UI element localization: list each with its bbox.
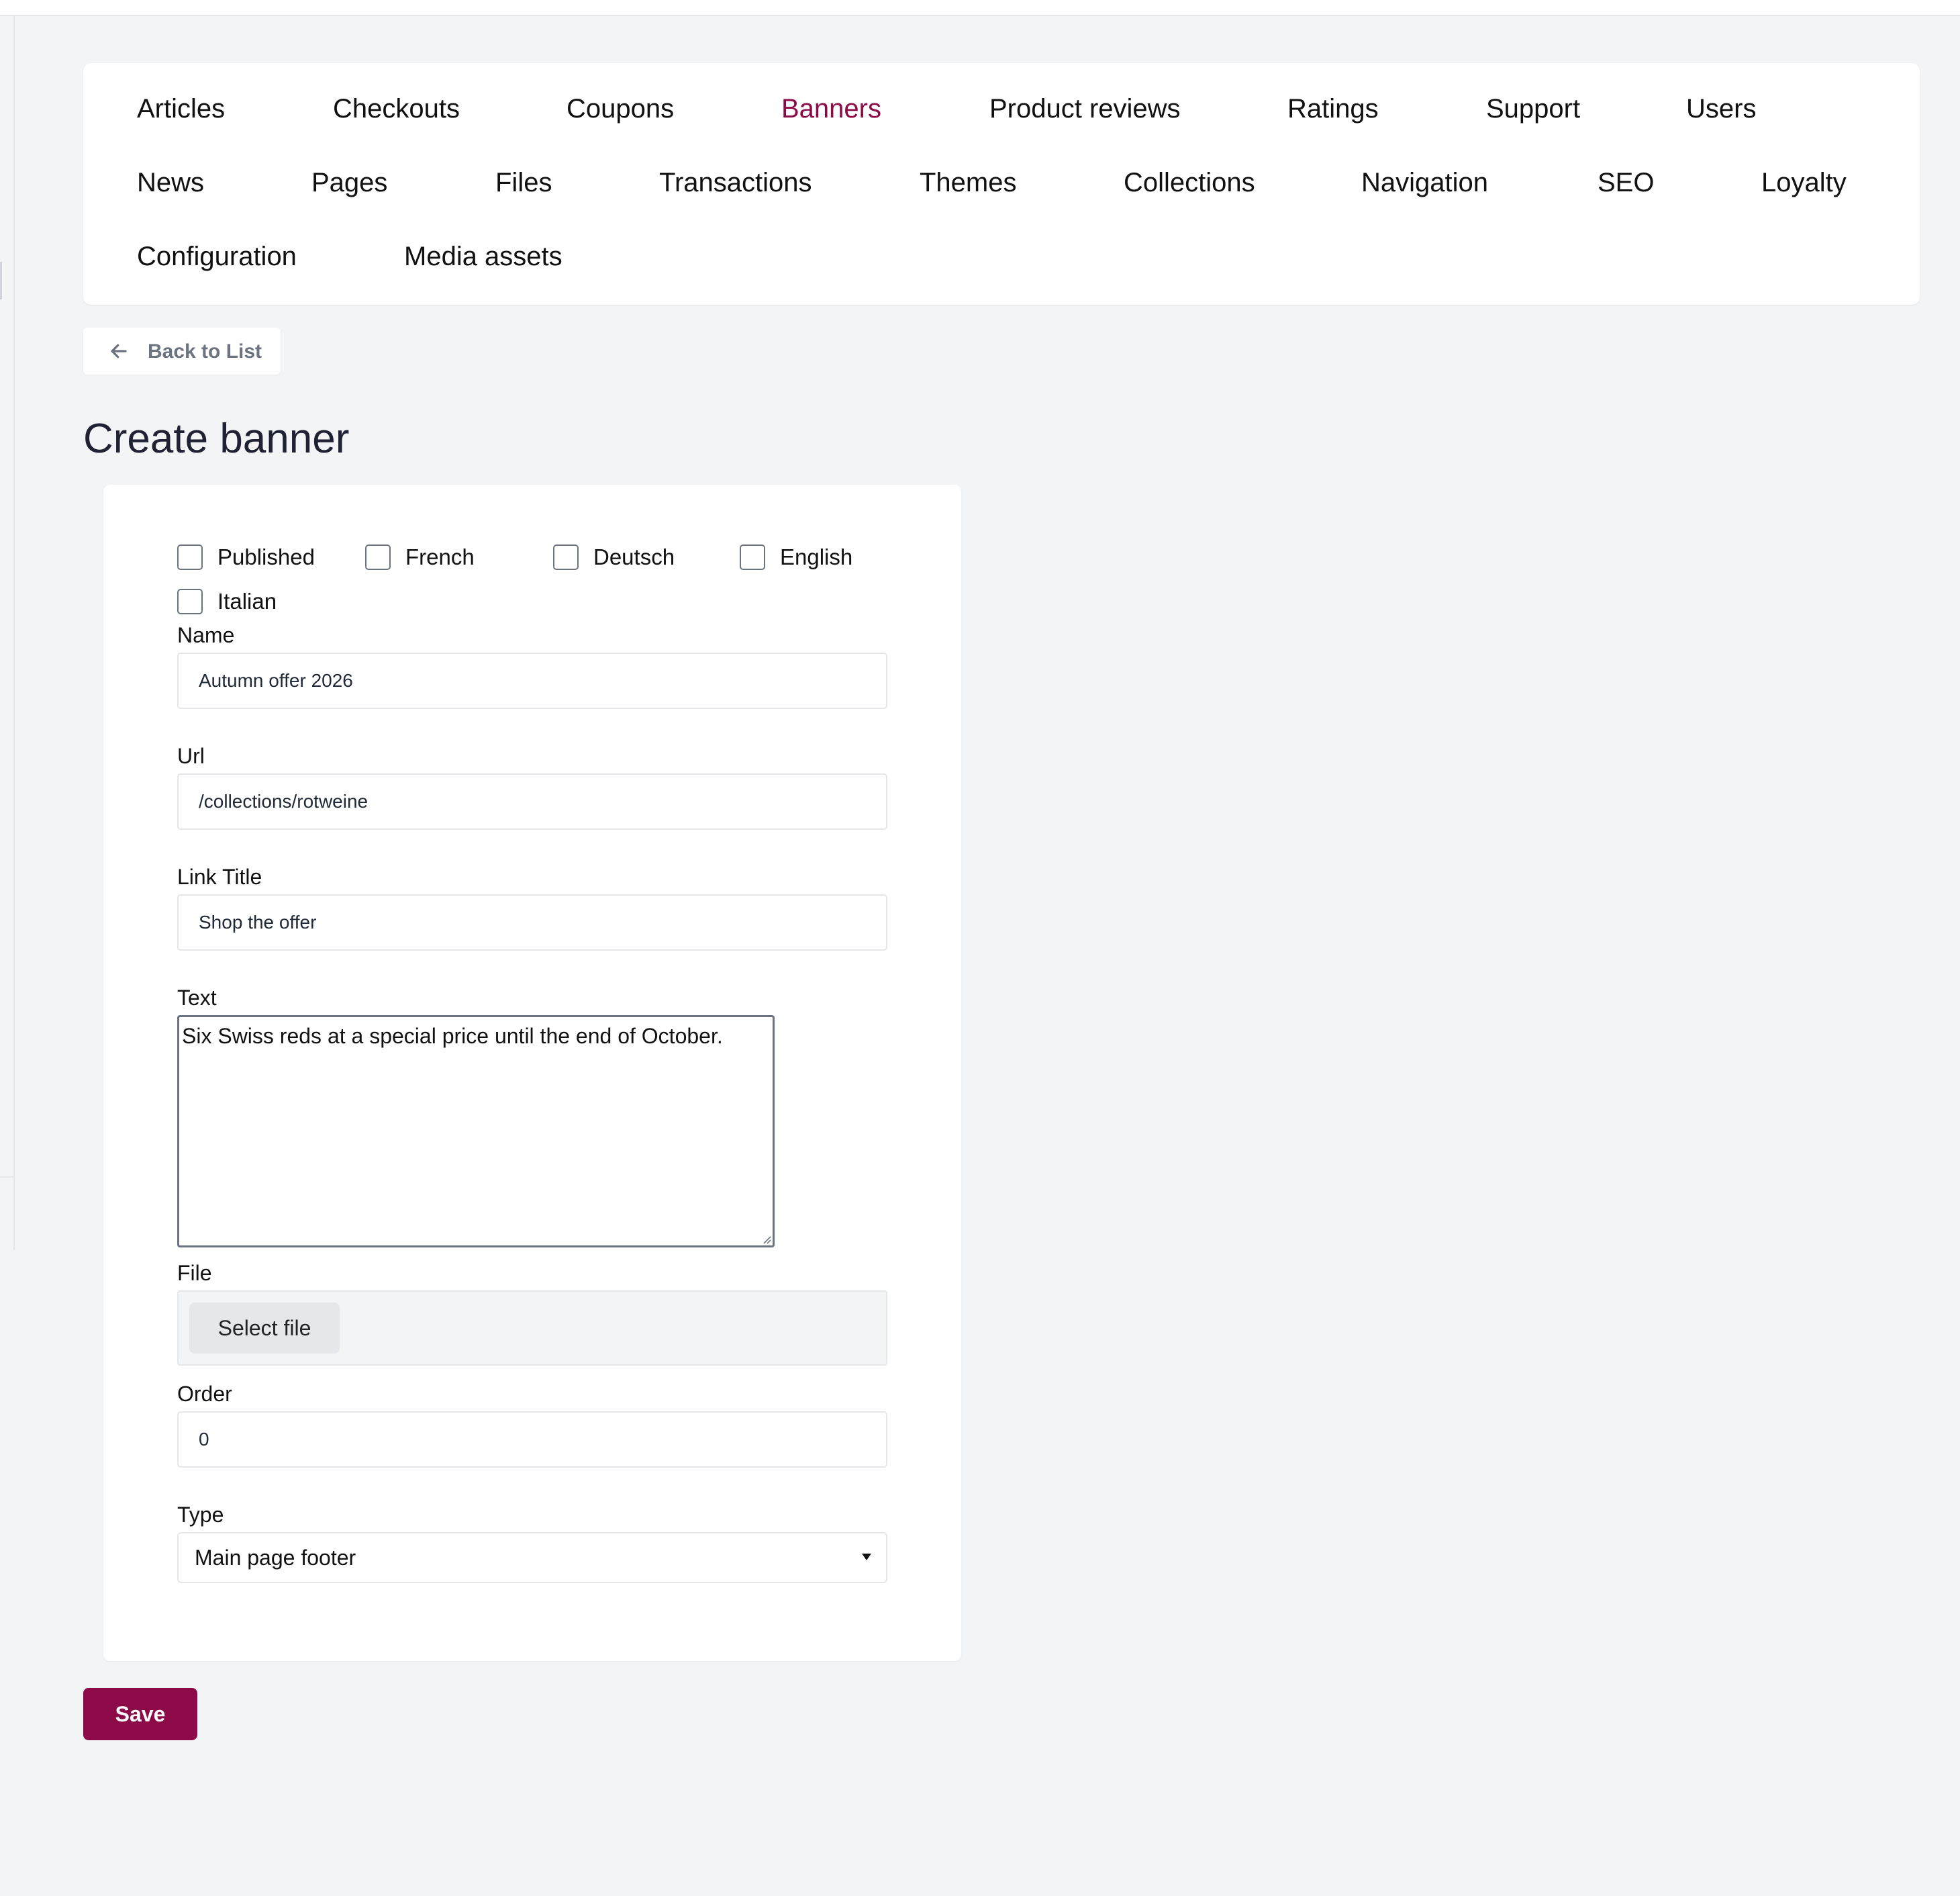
section-tabs: Articles Checkouts Coupons Banners Produ… <box>83 63 1920 305</box>
file-label: File <box>177 1261 212 1285</box>
order-label: Order <box>177 1382 232 1406</box>
tab-product-reviews[interactable]: Product reviews <box>989 93 1181 125</box>
arrow-left-icon <box>111 344 127 359</box>
tab-banners[interactable]: Banners <box>781 93 881 125</box>
back-to-list-button[interactable]: Back to List <box>83 328 281 375</box>
tab-loyalty[interactable]: Loyalty <box>1761 167 1847 199</box>
checkbox-label: Deutsch <box>593 544 675 569</box>
sidebar-edge <box>0 16 15 1250</box>
checkbox-box[interactable] <box>177 589 203 614</box>
french-checkbox[interactable]: French <box>365 544 475 571</box>
checkbox-box[interactable] <box>553 544 579 570</box>
type-selected-value: Main page footer <box>195 1546 356 1570</box>
type-label: Type <box>177 1503 224 1527</box>
checkbox-label: Italian <box>217 589 277 614</box>
tab-transactions[interactable]: Transactions <box>659 167 812 199</box>
tab-seo[interactable]: SEO <box>1598 167 1654 199</box>
text-label: Text <box>177 986 217 1010</box>
order-input[interactable]: 0 <box>177 1411 887 1468</box>
tab-configuration[interactable]: Configuration <box>137 240 297 273</box>
sidebar-divider <box>0 1176 13 1178</box>
text-textarea[interactable]: Six Swiss reds at a special price until … <box>177 1015 775 1247</box>
checkbox-box[interactable] <box>365 544 391 570</box>
link-title-label: Link Title <box>177 865 262 889</box>
tab-checkouts[interactable]: Checkouts <box>333 93 460 125</box>
italian-checkbox[interactable]: Italian <box>177 588 277 615</box>
tab-files[interactable]: Files <box>495 167 552 199</box>
tab-coupons[interactable]: Coupons <box>567 93 674 125</box>
sidebar-marker <box>0 262 2 299</box>
checkbox-label: French <box>405 544 475 569</box>
checkbox-label: English <box>780 544 853 569</box>
top-bar <box>0 0 1960 16</box>
tab-media-assets[interactable]: Media assets <box>404 240 562 273</box>
tab-collections[interactable]: Collections <box>1124 167 1255 199</box>
file-picker: Select file <box>177 1290 887 1366</box>
tab-articles[interactable]: Articles <box>137 93 225 125</box>
tab-ratings[interactable]: Ratings <box>1287 93 1379 125</box>
url-label: Url <box>177 744 205 768</box>
banner-form: Published French Deutsch English Italian… <box>103 485 961 1661</box>
deutsch-checkbox[interactable]: Deutsch <box>553 544 675 571</box>
english-checkbox[interactable]: English <box>740 544 852 571</box>
url-input[interactable]: /collections/rotweine <box>177 773 887 830</box>
page-title: Create banner <box>83 416 350 462</box>
name-label: Name <box>177 623 235 647</box>
tab-navigation[interactable]: Navigation <box>1361 167 1488 199</box>
textarea-content: Six Swiss reds at a special price until … <box>182 1024 723 1048</box>
tab-pages[interactable]: Pages <box>311 167 387 199</box>
resize-grip-icon[interactable] <box>761 1233 771 1244</box>
save-button[interactable]: Save <box>83 1688 197 1740</box>
caret-down-icon <box>862 1554 871 1560</box>
tab-themes[interactable]: Themes <box>920 167 1017 199</box>
name-input[interactable]: Autumn offer 2026 <box>177 653 887 709</box>
back-to-list-label: Back to List <box>148 340 262 363</box>
checkbox-box[interactable] <box>177 544 203 570</box>
published-checkbox[interactable]: Published <box>177 544 315 571</box>
type-select[interactable]: Main page footer <box>177 1532 887 1583</box>
link-title-input[interactable]: Shop the offer <box>177 894 887 951</box>
tab-news[interactable]: News <box>137 167 204 199</box>
select-file-button[interactable]: Select file <box>189 1302 340 1354</box>
tab-users[interactable]: Users <box>1686 93 1756 125</box>
checkbox-box[interactable] <box>740 544 765 570</box>
tab-support[interactable]: Support <box>1486 93 1580 125</box>
checkbox-label: Published <box>217 544 315 569</box>
